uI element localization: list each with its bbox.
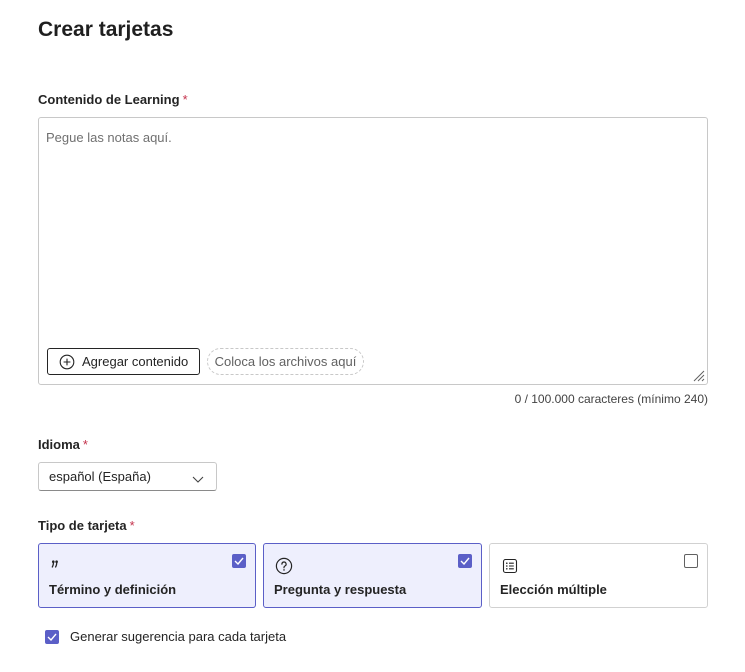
generate-hint-label: Generar sugerencia para cada tarjeta [70,629,287,644]
card-type-checkbox[interactable] [684,554,698,568]
question-circle-icon [275,557,293,575]
add-content-button[interactable]: Agregar contenido [47,348,200,375]
card-type-checkbox[interactable] [458,554,472,568]
plus-circle-icon [59,354,75,370]
check-icon [460,557,470,565]
language-dropdown[interactable]: español (España) [38,462,217,491]
required-mark: * [82,437,88,452]
check-icon [47,633,57,641]
language-selected-value: español (España) [49,469,151,484]
drop-zone-label: Coloca los archivos aquí [214,354,357,369]
card-type-label-text: Tipo de tarjeta [38,518,127,533]
page-title: Crear tarjetas [38,18,174,41]
chevron-down-icon [192,472,204,483]
card-type-label: Pregunta y respuesta [274,582,407,597]
content-label-text: Contenido de Learning [38,92,180,107]
add-content-label: Agregar contenido [82,354,189,369]
card-type-multiple-choice[interactable]: Elección múltiple [489,543,708,608]
required-mark: * [129,518,135,533]
check-icon [234,557,244,565]
content-textarea[interactable] [46,130,696,330]
card-type-question-answer[interactable]: Pregunta y respuesta [263,543,482,608]
card-type-term-definition[interactable]: Término y definición [38,543,256,608]
generate-hint-checkbox[interactable] [45,629,59,644]
resize-handle-icon[interactable] [691,368,705,382]
card-type-label: Tipo de tarjeta * [38,518,135,533]
character-count: 0 / 100.000 caracteres (mínimo 240) [514,392,708,406]
quote-icon [50,557,68,575]
file-drop-zone[interactable]: Coloca los archivos aquí [207,348,364,375]
language-label-text: Idioma [38,437,80,452]
language-label: Idioma * [38,437,88,452]
content-box: Agregar contenido Coloca los archivos aq… [38,117,708,385]
card-type-checkbox[interactable] [232,554,246,568]
card-type-label: Elección múltiple [500,582,607,597]
content-label: Contenido de Learning * [38,92,188,107]
generate-hint-option[interactable]: Generar sugerencia para cada tarjeta [45,629,286,644]
required-mark: * [182,92,188,107]
card-type-label: Término y definición [49,582,177,597]
list-icon [501,557,519,575]
